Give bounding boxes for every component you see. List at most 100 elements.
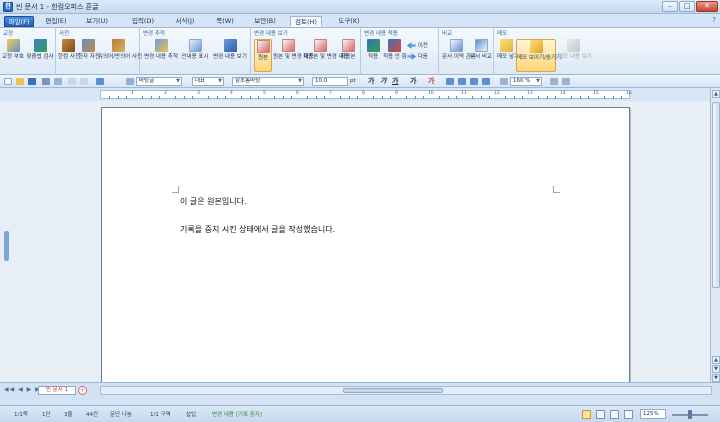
- maximize-button[interactable]: □: [679, 1, 695, 12]
- font-color-button[interactable]: 가: [428, 77, 434, 86]
- document-compare-button[interactable]: 문서 비교: [470, 39, 492, 60]
- view-final-button[interactable]: 최종본: [337, 39, 359, 60]
- save-disk-icon[interactable]: [28, 78, 36, 85]
- crop-mark-top-right: [553, 186, 560, 193]
- document-paragraph[interactable]: 기록을 중지 시킨 상태에서 글을 작성했습니다.: [180, 224, 335, 235]
- vertical-scrollbar[interactable]: ▲ ▲ ▼ ▼: [710, 88, 720, 382]
- tab-tools[interactable]: 도구(K): [334, 16, 364, 27]
- arrow-right-icon: [407, 53, 416, 60]
- view-original-with-changes-button[interactable]: 원본 및 변경 내용: [273, 39, 314, 60]
- previous-change-button[interactable]: 이전: [407, 41, 428, 49]
- tab-page[interactable]: 쪽(W): [212, 16, 238, 27]
- font-size-unit: pt: [350, 78, 356, 84]
- track-changes-button[interactable]: 변경 내용 추적: [144, 39, 178, 60]
- toggle-memo-label: 메모 보이기/숨기기: [517, 55, 562, 61]
- full-screen-icon[interactable]: [624, 410, 633, 419]
- tab-security[interactable]: 보안(B): [250, 16, 280, 27]
- view-changes-button[interactable]: 변경 내용 보기: [212, 39, 248, 60]
- view-original-label: 원본: [257, 55, 269, 61]
- status-insert-mode[interactable]: 삽입: [186, 410, 196, 418]
- language-select[interactable]: 대표 ▼: [192, 77, 224, 86]
- tab-view[interactable]: 보기(U): [82, 16, 112, 27]
- zoom-slider-handle[interactable]: [688, 410, 692, 419]
- copy-icon[interactable]: [80, 78, 88, 85]
- thesaurus-button[interactable]: 유의어/반의어 사전: [98, 39, 142, 60]
- scroll-up-icon[interactable]: ▲: [712, 90, 720, 98]
- view-memo-content-button[interactable]: 메모 내용 보기: [558, 39, 592, 60]
- style-select[interactable]: 바탕글 ▼: [136, 77, 182, 86]
- help-icon[interactable]: ?: [712, 16, 716, 24]
- align-justify-icon[interactable]: [482, 78, 490, 85]
- proof-mark-button[interactable]: 교정 부호: [2, 39, 24, 60]
- status-track-changes[interactable]: 변경 내용 [기록 중지]: [212, 410, 262, 418]
- open-folder-icon[interactable]: [16, 78, 24, 85]
- insert-memo-button[interactable]: 메모 넣기: [497, 39, 519, 60]
- scroll-page-up-icon[interactable]: ▲: [712, 356, 720, 364]
- bold-button[interactable]: 가: [368, 77, 374, 86]
- spell-check-button[interactable]: 맞춤법 검사: [26, 39, 54, 60]
- scroll-page-down-icon[interactable]: ▼: [712, 365, 720, 373]
- group-compare: 비교 문서 이력 관리 문서 비교: [439, 28, 494, 75]
- tab-edit[interactable]: 편집(E): [40, 16, 72, 27]
- close-button[interactable]: ✕: [696, 1, 718, 12]
- align-left-icon[interactable]: [446, 78, 454, 85]
- cut-icon[interactable]: [68, 78, 76, 85]
- apply-change-button[interactable]: 적용: [364, 39, 382, 60]
- hancom-dictionary-button[interactable]: 한컴 사전: [58, 39, 80, 60]
- page-view-icon[interactable]: [582, 410, 591, 419]
- ruler-tick: [447, 96, 449, 99]
- align-right-icon[interactable]: [470, 78, 478, 85]
- ruler-number: 16: [626, 91, 632, 96]
- group-change-view: 변경 내용 보기 원본 원본 및 변경 내용 최종본 및 변경 내용 최종본: [251, 28, 361, 75]
- vertical-ruler-handle[interactable]: [4, 231, 9, 261]
- zoom-level[interactable]: 125%: [640, 409, 666, 419]
- tab-file[interactable]: 파일(F): [4, 16, 34, 27]
- add-tab-icon[interactable]: +: [78, 386, 87, 395]
- italic-button[interactable]: 가: [380, 77, 386, 86]
- tab-review[interactable]: 검토(H): [290, 16, 322, 27]
- new-document-icon[interactable]: [4, 78, 12, 85]
- chevron-down-icon: ▼: [536, 78, 540, 84]
- font-select[interactable]: 함초롬바탕 ▼: [232, 77, 304, 86]
- outdent-icon[interactable]: [562, 78, 570, 85]
- multi-page-view-icon[interactable]: [610, 410, 619, 419]
- vertical-scroll-thumb[interactable]: [712, 102, 720, 288]
- document-tab-bar: ◀◀ ◀ ▶ ▶▶ 빈 문서 1 +: [0, 382, 720, 405]
- two-page-view-icon[interactable]: [596, 410, 605, 419]
- align-center-icon[interactable]: [458, 78, 466, 85]
- next-change-button[interactable]: 다음: [407, 52, 428, 60]
- toggle-memo-button[interactable]: 메모 보이기/숨기기: [516, 39, 562, 72]
- indent-icon[interactable]: [550, 78, 558, 85]
- minimize-button[interactable]: –: [662, 1, 678, 12]
- ruler-number: 10: [428, 91, 434, 96]
- scroll-down-icon[interactable]: ▼: [712, 374, 720, 382]
- strikethrough-button[interactable]: 가: [410, 77, 416, 86]
- undo-icon[interactable]: [96, 78, 104, 85]
- document-paragraph[interactable]: 이 글은 원본입니다.: [180, 196, 247, 207]
- hanja-dictionary-button[interactable]: 한자 자전: [78, 39, 100, 60]
- line-spacing-icon[interactable]: [500, 78, 508, 85]
- reject-change-button[interactable]: 적용 안 함: [383, 39, 407, 60]
- document-tab[interactable]: 빈 문서 1: [38, 386, 76, 395]
- view-original-button[interactable]: 원본: [254, 39, 272, 72]
- tab-format[interactable]: 서식(J): [170, 16, 200, 27]
- horizontal-scroll-thumb[interactable]: [343, 388, 443, 393]
- preview-icon[interactable]: [54, 78, 62, 85]
- horizontal-ruler[interactable]: 1 2 3 4 5 6 7 8 9 10 11 12 13 14 15 16: [100, 90, 632, 99]
- ruler-number: 9: [395, 91, 398, 96]
- final-changes-icon: [313, 39, 327, 52]
- status-page[interactable]: 1/1쪽: [14, 410, 28, 418]
- ruler-tick: [604, 96, 606, 99]
- show-markup-button[interactable]: 안내용 표시: [178, 39, 212, 60]
- arrow-left-icon: [407, 42, 416, 49]
- zoom-select[interactable]: 160 % ▼: [510, 77, 542, 86]
- document-page[interactable]: 이 글은 원본입니다. 기록을 중지 시킨 상태에서 글을 작성했습니다.: [101, 107, 630, 392]
- print-icon[interactable]: [42, 78, 50, 85]
- tab-insert[interactable]: 입력(D): [128, 16, 158, 27]
- view-final-with-changes-button[interactable]: 최종본 및 변경 내용: [303, 39, 349, 60]
- document-history-button[interactable]: 문서 이력 관리: [442, 39, 476, 60]
- font-size-input[interactable]: 10.0: [312, 77, 348, 86]
- hwp-app-icon[interactable]: 한: [3, 2, 13, 12]
- horizontal-scrollbar[interactable]: [100, 386, 712, 395]
- underline-button[interactable]: 가: [392, 77, 398, 86]
